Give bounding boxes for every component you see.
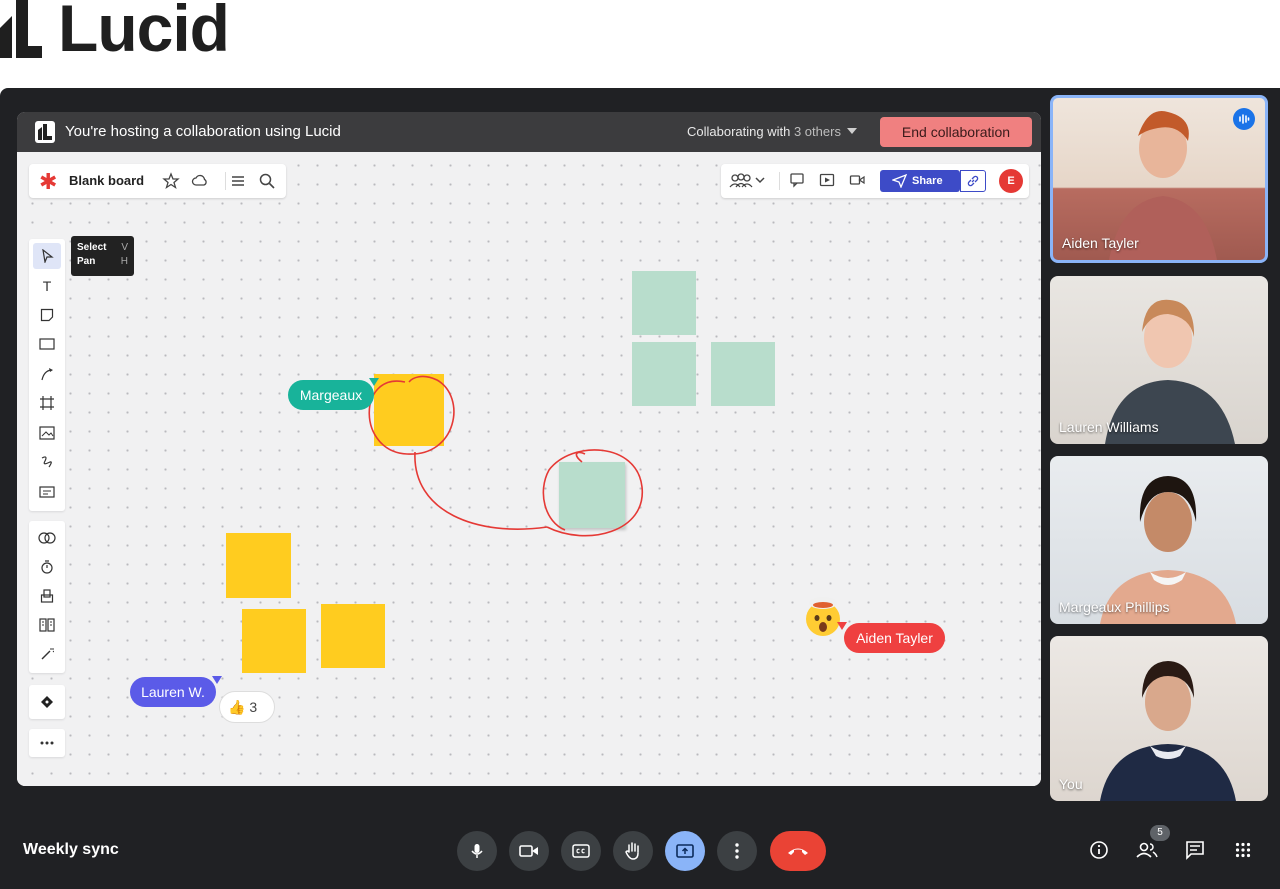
microphone-icon bbox=[471, 844, 483, 858]
speaking-indicator-icon bbox=[1233, 108, 1255, 130]
apps-grid-icon bbox=[1235, 842, 1251, 858]
captions-button[interactable] bbox=[561, 831, 601, 871]
present-now-button[interactable] bbox=[665, 831, 705, 871]
collaborators-count: 3 others bbox=[793, 124, 841, 139]
host-banner: You're hosting a collaboration using Luc… bbox=[17, 112, 1041, 152]
cursor-label-aiden: Aiden Tayler bbox=[844, 623, 945, 653]
cursor-label-lauren: Lauren W. bbox=[130, 677, 216, 707]
host-banner-text: You're hosting a collaboration using Luc… bbox=[65, 123, 341, 140]
participant-video bbox=[1100, 661, 1236, 801]
people-button[interactable] bbox=[1135, 838, 1159, 862]
closed-captions-icon bbox=[572, 844, 590, 858]
collaborators-prefix: Collaborating with bbox=[687, 124, 791, 139]
chat-button[interactable] bbox=[1183, 838, 1207, 862]
people-icon bbox=[1136, 842, 1158, 858]
meeting-details-button[interactable] bbox=[1087, 838, 1111, 862]
hang-up-icon bbox=[788, 848, 808, 855]
microphone-button[interactable] bbox=[457, 831, 497, 871]
leave-call-button[interactable] bbox=[770, 831, 826, 871]
raise-hand-icon bbox=[625, 842, 639, 860]
cursor-pointer-icon bbox=[212, 676, 222, 684]
more-vertical-icon bbox=[735, 843, 739, 859]
participant-tile-aiden[interactable]: Aiden Tayler bbox=[1050, 95, 1268, 263]
more-options-button[interactable] bbox=[717, 831, 757, 871]
participant-tile-lauren[interactable]: Lauren Williams bbox=[1050, 276, 1268, 444]
participant-name: Aiden Tayler bbox=[1062, 235, 1139, 251]
participant-tile-you[interactable]: You bbox=[1050, 636, 1268, 801]
participant-name: You bbox=[1059, 776, 1083, 792]
camera-icon bbox=[519, 845, 538, 857]
board-canvas[interactable]: ✱ Blank board Share E T Select V Pan H M… bbox=[17, 152, 1041, 786]
end-collaboration-button[interactable]: End collaboration bbox=[880, 117, 1032, 147]
meeting-title: Weekly sync bbox=[23, 841, 119, 858]
lucid-logo-icon bbox=[0, 0, 42, 58]
cursor-pointer-icon bbox=[369, 378, 379, 386]
reaction-count: 3 bbox=[249, 699, 258, 715]
thumbs-up-icon: 👍 bbox=[228, 699, 246, 715]
people-count-badge: 5 bbox=[1150, 825, 1170, 841]
lucid-small-logo-icon bbox=[35, 121, 55, 143]
chat-icon bbox=[1186, 841, 1204, 860]
info-icon bbox=[1090, 841, 1108, 859]
lucid-presentation: You're hosting a collaboration using Luc… bbox=[17, 112, 1041, 786]
reaction-bubble[interactable]: 👍 3 bbox=[219, 691, 275, 723]
present-screen-icon bbox=[676, 844, 694, 858]
participant-tile-margeaux[interactable]: Margeaux Phillips bbox=[1050, 456, 1268, 624]
cursor-label-margeaux: Margeaux bbox=[288, 380, 374, 410]
activities-button[interactable] bbox=[1231, 838, 1255, 862]
collaborators-dropdown[interactable]: Collaborating with 3 others bbox=[687, 124, 841, 139]
chevron-down-icon[interactable] bbox=[847, 128, 857, 134]
brand-name: Lucid bbox=[58, 0, 230, 65]
brand-header: Lucid bbox=[0, 0, 1280, 88]
participant-name: Lauren Williams bbox=[1059, 419, 1159, 435]
participant-name: Margeaux Phillips bbox=[1059, 599, 1170, 615]
raise-hand-button[interactable] bbox=[613, 831, 653, 871]
camera-button[interactable] bbox=[509, 831, 549, 871]
